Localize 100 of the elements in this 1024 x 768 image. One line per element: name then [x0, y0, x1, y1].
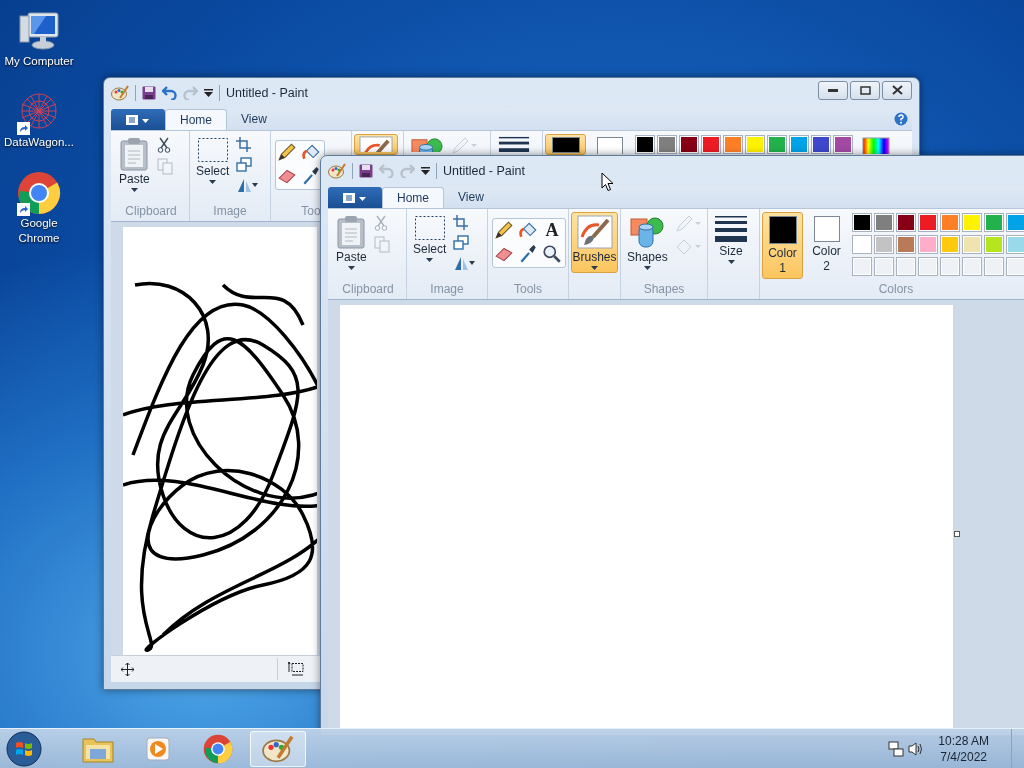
- desktop-icon-label[interactable]: My Computer: [0, 54, 78, 69]
- resize-icon[interactable]: [453, 235, 470, 250]
- group-label: Clipboard: [124, 204, 178, 220]
- palette-color[interactable]: [701, 135, 721, 154]
- palette-color[interactable]: [940, 235, 960, 254]
- group-label: Tools: [513, 282, 543, 298]
- color-button[interactable]: [545, 134, 586, 155]
- crop-icon[interactable]: [453, 215, 469, 230]
- palette-color[interactable]: [657, 135, 677, 154]
- palette-color[interactable]: [962, 235, 982, 254]
- palette-icon[interactable]: [111, 85, 129, 101]
- palette-color[interactable]: [962, 213, 982, 232]
- taskbar-button[interactable]: [250, 730, 306, 767]
- network-icon[interactable]: [888, 740, 905, 757]
- palette-color[interactable]: [984, 235, 1004, 254]
- text-tool[interactable]: A: [541, 219, 563, 241]
- mouse-pointer-icon: [601, 172, 614, 192]
- ribbon-tab[interactable]: Home: [165, 109, 227, 130]
- empty-color-slot[interactable]: [874, 257, 894, 276]
- group-label: Shapes: [642, 282, 686, 298]
- shapes-icon: [630, 215, 665, 249]
- select-button[interactable]: Select: [192, 134, 234, 187]
- selection-icon: [196, 137, 229, 163]
- palette-color[interactable]: [874, 235, 894, 254]
- color-button[interactable]: Color 2: [806, 212, 847, 277]
- palette-color[interactable]: [852, 213, 872, 232]
- palette-color[interactable]: [833, 135, 853, 154]
- resize-handle[interactable]: [954, 531, 960, 537]
- computer-icon[interactable]: [18, 10, 60, 52]
- speaker-icon[interactable]: [908, 740, 925, 757]
- ribbon-tab[interactable]: Home: [382, 187, 444, 208]
- empty-color-slot[interactable]: [940, 257, 960, 276]
- empty-color-slot[interactable]: [896, 257, 916, 276]
- rotate-icon[interactable]: [453, 255, 476, 271]
- select-button[interactable]: Select: [409, 212, 451, 265]
- palette-color[interactable]: [745, 135, 765, 154]
- desktop-icon-label[interactable]: Google Chrome: [0, 216, 78, 246]
- close-icon: [891, 85, 903, 95]
- ribbon-tab[interactable]: View: [227, 109, 281, 130]
- caret-icon: [727, 260, 735, 264]
- group-label: Image: [429, 282, 465, 298]
- close-button[interactable]: [882, 80, 912, 100]
- customize-caret-icon[interactable]: [421, 167, 430, 175]
- palette-color[interactable]: [918, 235, 938, 254]
- palette-color[interactable]: [918, 213, 938, 232]
- empty-color-slot[interactable]: [962, 257, 982, 276]
- empty-color-slot[interactable]: [1006, 257, 1024, 276]
- file-menu-button[interactable]: [111, 109, 165, 130]
- crop-icon[interactable]: [236, 137, 252, 152]
- paste-button[interactable]: Paste: [115, 134, 154, 195]
- undo-icon[interactable]: [162, 86, 177, 100]
- save-icon[interactable]: [142, 86, 156, 100]
- palette-color[interactable]: [984, 213, 1004, 232]
- brushes-button[interactable]: [354, 134, 398, 155]
- palette-color[interactable]: [1006, 213, 1024, 232]
- window-title: Untitled - Paint: [226, 86, 308, 100]
- desktop-icon-label[interactable]: DataWagon...: [0, 135, 78, 150]
- palette-color[interactable]: [896, 235, 916, 254]
- palette-color[interactable]: [1006, 235, 1024, 254]
- ribbon-tab[interactable]: View: [444, 187, 498, 208]
- rotate-icon[interactable]: [236, 177, 259, 193]
- shapes-button[interactable]: Shapes: [623, 212, 672, 273]
- pencil-icon[interactable]: [493, 219, 515, 241]
- resize-icon[interactable]: [236, 157, 253, 172]
- palette-color[interactable]: [679, 135, 699, 154]
- window-title: Untitled - Paint: [443, 164, 525, 178]
- palette-color[interactable]: [874, 213, 894, 232]
- caret-icon: [130, 188, 138, 192]
- restore-button[interactable]: [850, 80, 880, 100]
- palette-icon[interactable]: [328, 163, 346, 179]
- clipboard-icon: [119, 137, 150, 171]
- palette-color[interactable]: [811, 135, 831, 154]
- brushes-button[interactable]: Brushes: [571, 212, 618, 273]
- palette-color[interactable]: [767, 135, 787, 154]
- palette-color[interactable]: [635, 135, 655, 154]
- color-button[interactable]: Color 1: [762, 212, 803, 279]
- help-icon[interactable]: [894, 112, 908, 126]
- palette-color[interactable]: [852, 235, 872, 254]
- empty-color-slot[interactable]: [984, 257, 1004, 276]
- file-menu-button[interactable]: [328, 187, 382, 208]
- line-width-icon: [714, 215, 748, 243]
- caret-icon: [591, 266, 598, 270]
- start-button[interactable]: [6, 730, 42, 767]
- palette-color[interactable]: [896, 213, 916, 232]
- scissors-icon[interactable]: [156, 137, 171, 153]
- empty-color-slot[interactable]: [918, 257, 938, 276]
- palette-color[interactable]: [789, 135, 809, 154]
- empty-color-slot[interactable]: [852, 257, 872, 276]
- customize-caret-icon[interactable]: [204, 89, 213, 97]
- minimize-button[interactable]: [818, 80, 848, 100]
- paste-button[interactable]: Paste: [332, 212, 371, 273]
- size-button[interactable]: Size: [710, 212, 752, 267]
- brush-icon: [576, 215, 613, 249]
- pencil-icon[interactable]: [276, 141, 298, 163]
- save-icon[interactable]: [359, 164, 373, 178]
- caret-icon: [209, 180, 217, 184]
- magnifier-icon[interactable]: [541, 243, 563, 265]
- chrome-icon[interactable]: [17, 171, 61, 215]
- palette-color[interactable]: [940, 213, 960, 232]
- palette-color[interactable]: [723, 135, 743, 154]
